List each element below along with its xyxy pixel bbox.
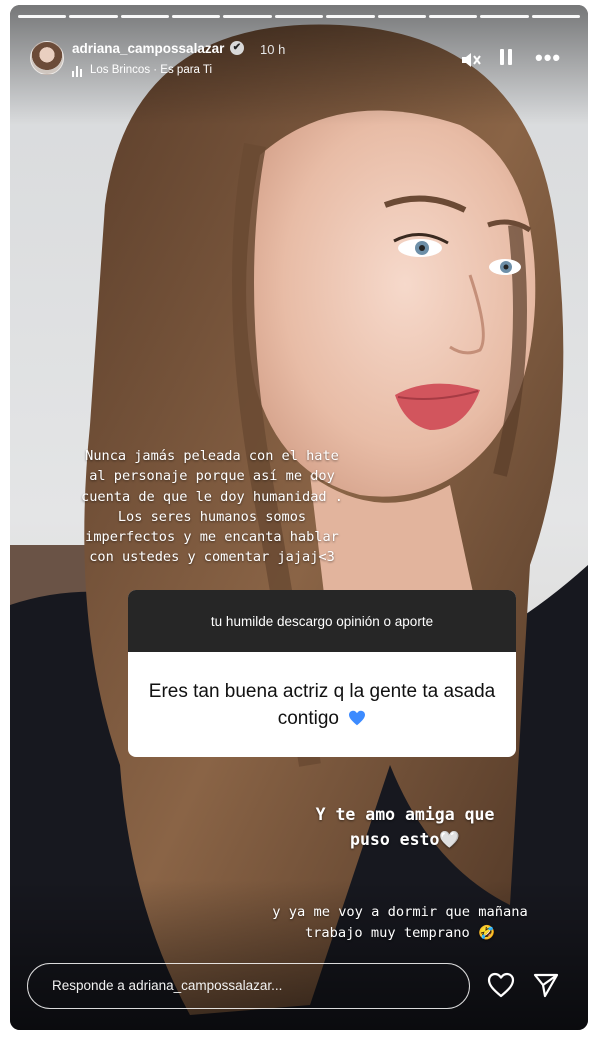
progress-segment xyxy=(120,15,170,18)
avatar[interactable] xyxy=(30,41,64,75)
verified-badge-icon: ✔ xyxy=(230,41,244,55)
heart-outline-icon[interactable] xyxy=(487,972,515,998)
question-answer: Eres tan buena actriz q la gente ta asad… xyxy=(148,680,496,729)
speaker-muted-icon[interactable] xyxy=(460,50,482,75)
story-header: adriana_campossalazar ✔ 10 h Los Brincos… xyxy=(10,35,588,85)
story-caption-secondary: Y te amo amiga que puso esto🤍 xyxy=(315,805,495,849)
reply-input[interactable]: Responde a adriana_campossalazar... xyxy=(27,963,470,1009)
story-caption-main: Nunca jamás peleada con el hate al perso… xyxy=(81,448,343,566)
progress-segment xyxy=(428,15,478,18)
question-answer-container: Eres tan buena actriz q la gente ta asad… xyxy=(128,652,516,757)
paper-plane-icon[interactable] xyxy=(532,971,560,999)
question-sticker[interactable]: tu humilde descargo opinión o aporte Ere… xyxy=(128,590,516,757)
progress-segment xyxy=(223,15,272,18)
question-prompt: tu humilde descargo opinión o aporte xyxy=(128,590,516,652)
progress-segment xyxy=(326,15,375,18)
blue-heart-icon xyxy=(349,710,366,725)
more-options-icon[interactable]: ••• xyxy=(535,45,561,71)
progress-segment xyxy=(531,15,580,18)
progress-segment xyxy=(274,15,324,18)
story-progress-bars xyxy=(18,15,580,18)
progress-segment xyxy=(69,15,118,18)
music-bars-icon xyxy=(72,65,84,77)
time-ago: 10 h xyxy=(260,42,286,57)
story-viewer: adriana_campossalazar ✔ 10 h Los Brincos… xyxy=(10,5,588,1030)
pause-icon[interactable] xyxy=(500,49,512,65)
username[interactable]: adriana_campossalazar xyxy=(72,41,224,56)
progress-segment xyxy=(377,15,426,18)
song-info[interactable]: Los Brincos · Es para Ti xyxy=(90,64,212,76)
progress-segment xyxy=(18,15,67,18)
story-caption-footer: y ya me voy a dormir que mañana trabajo … xyxy=(272,904,528,941)
progress-segment xyxy=(172,15,221,18)
progress-segment xyxy=(480,15,529,18)
